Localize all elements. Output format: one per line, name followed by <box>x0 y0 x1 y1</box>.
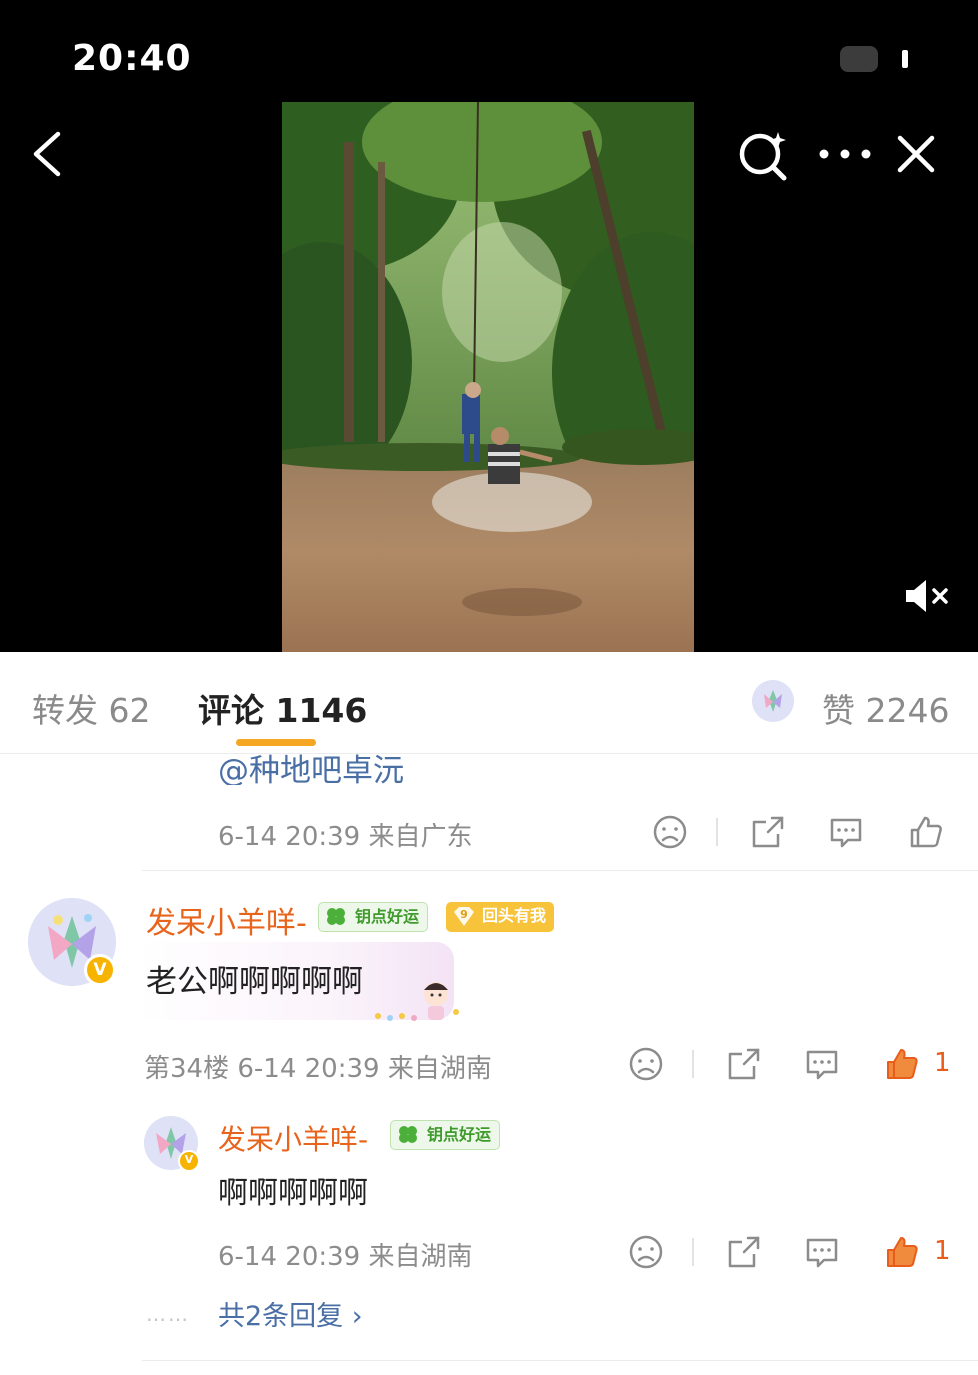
like-icon[interactable] <box>906 812 946 852</box>
luck-badge-label: 钥点好运 <box>427 1125 492 1144</box>
video-thumbnail[interactable] <box>282 102 694 652</box>
interaction-tabs: 转发 62 评论 1146 赞 2246 <box>0 652 978 754</box>
share-icon[interactable] <box>748 812 788 852</box>
comment-meta: 第34楼 6-14 20:39 来自湖南 <box>144 1054 492 1084</box>
luck-badge[interactable]: 钥点好运 <box>390 1120 501 1150</box>
mention-link[interactable]: @种地吧卓沅 <box>218 745 404 785</box>
verified-badge: V <box>178 1150 200 1172</box>
reply-text: 啊啊啊啊啊 <box>218 1176 368 1211</box>
reply-meta: 6-14 20:39 来自湖南 <box>218 1242 473 1272</box>
action-separator <box>692 1050 694 1078</box>
action-separator <box>692 1238 694 1266</box>
reply-username[interactable]: 发呆小羊咩- <box>218 1118 368 1158</box>
close-icon[interactable] <box>892 130 940 178</box>
mute-icon[interactable] <box>900 574 956 618</box>
comment-text: 老公啊啊啊啊啊 <box>146 964 363 1000</box>
dislike-icon[interactable] <box>626 1044 666 1084</box>
clover-icon <box>399 1126 417 1143</box>
dislike-icon[interactable] <box>650 812 690 852</box>
tab-likes[interactable]: 赞 2246 <box>822 684 949 732</box>
status-indicators <box>840 42 910 76</box>
more-replies-link[interactable]: 共2条回复 › <box>218 1294 363 1333</box>
search-icon[interactable] <box>734 126 794 182</box>
comment-username[interactable]: 发呆小羊咩- <box>146 898 307 942</box>
like-icon-active[interactable] <box>882 1044 922 1084</box>
comment-divider <box>142 1360 978 1361</box>
like-count: 1 <box>934 1236 951 1266</box>
comment-actions <box>650 812 950 856</box>
luck-badge[interactable]: 钥点好运 <box>318 902 429 932</box>
comment-actions: 1 <box>626 1044 956 1088</box>
comment-icon[interactable] <box>826 812 866 852</box>
battery-icon <box>902 50 908 68</box>
comment-divider <box>142 870 978 871</box>
like-icon-active[interactable] <box>882 1232 922 1272</box>
share-icon[interactable] <box>724 1232 764 1272</box>
reply-actions: 1 <box>626 1232 956 1276</box>
tab-comments[interactable]: 评论 1146 <box>198 684 367 732</box>
status-blur <box>840 46 878 72</box>
status-time: 20:40 <box>72 38 192 79</box>
luck-badge-label: 钥点好运 <box>355 907 420 926</box>
diamond-icon: 9 <box>454 907 474 926</box>
fan-badge[interactable]: 9 回头有我 <box>446 902 555 932</box>
fan-badge-label: 回头有我 <box>482 906 547 925</box>
sticker-decoration <box>375 982 459 1021</box>
comment-meta: 6-14 20:39 来自广东 <box>218 822 473 852</box>
comment-icon[interactable] <box>802 1232 842 1272</box>
likes-avatar <box>752 680 794 722</box>
video-player[interactable]: 20:40 <box>0 0 978 652</box>
tab-forward[interactable]: 转发 62 <box>32 684 150 732</box>
more-icon[interactable] <box>814 134 876 174</box>
dislike-icon[interactable] <box>626 1232 666 1272</box>
action-separator <box>716 818 718 846</box>
verified-badge: V <box>84 954 116 986</box>
back-icon[interactable] <box>26 126 70 182</box>
reply-dots: …… <box>146 1302 190 1326</box>
clover-icon <box>327 908 345 925</box>
comment-icon[interactable] <box>802 1044 842 1084</box>
share-icon[interactable] <box>724 1044 764 1084</box>
like-count: 1 <box>934 1048 951 1078</box>
fan-badge-level: 9 <box>460 908 468 921</box>
